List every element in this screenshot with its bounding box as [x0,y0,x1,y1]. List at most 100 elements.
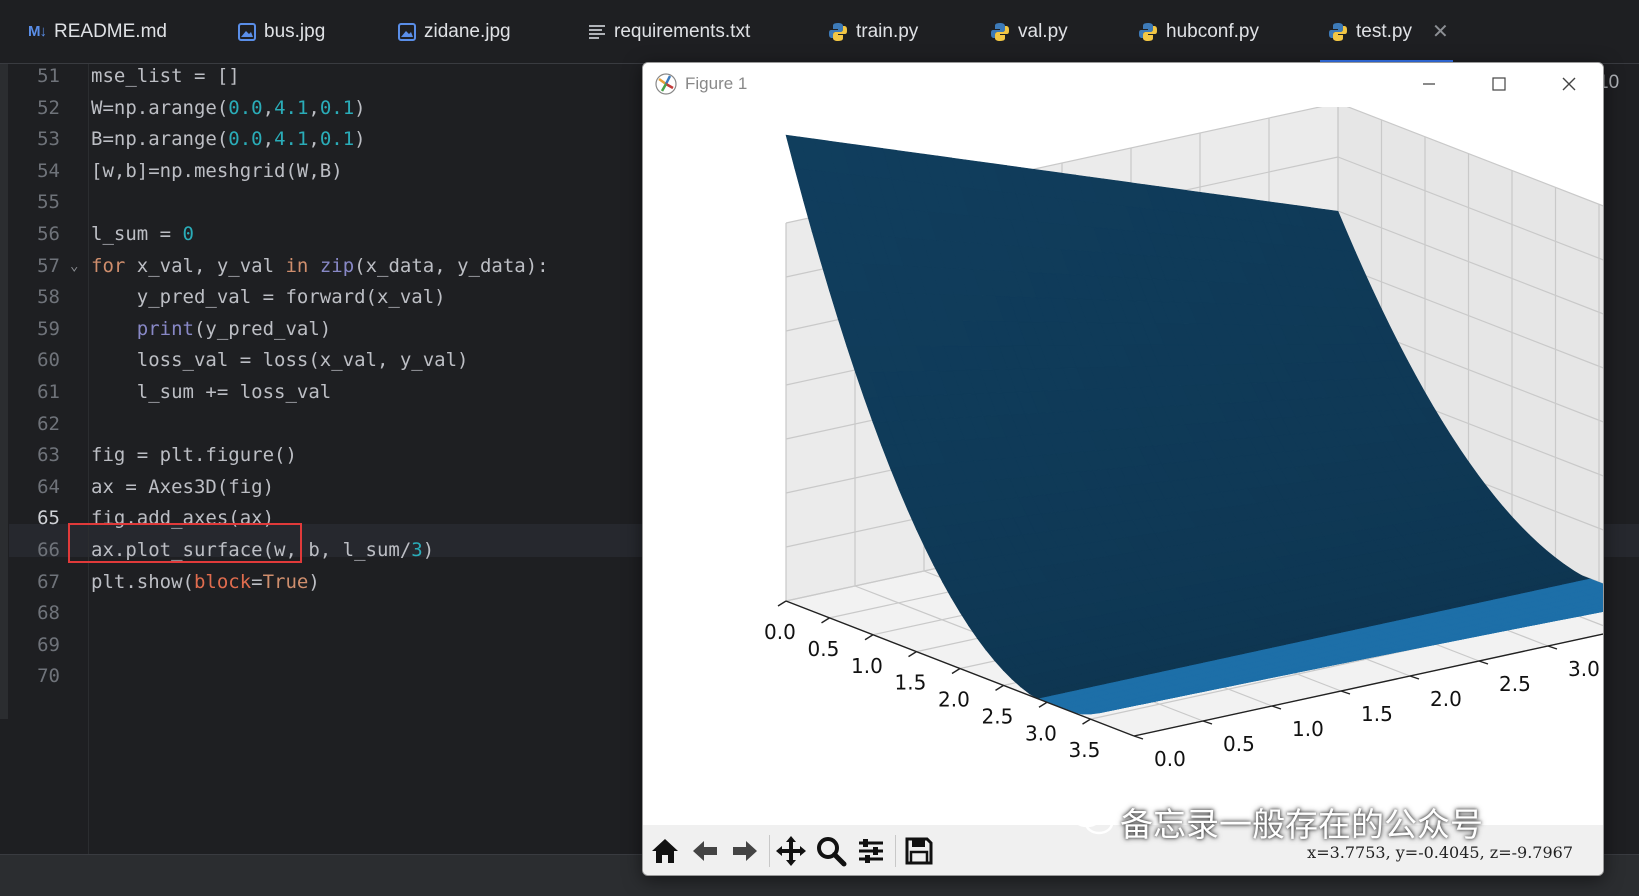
x-tick-label: 1.5 [895,671,927,695]
x-tick-label: 3.5 [1069,738,1101,762]
y-tick-label: 0.0 [1154,747,1186,771]
image-icon [398,23,416,41]
line-number: 58 [20,281,60,314]
close-window-button[interactable] [1549,69,1589,99]
code-text: ax = Axes3D(fig) [91,471,274,504]
line-number: 70 [20,660,60,693]
zoom-icon[interactable] [813,833,849,869]
x-tick-label: 2.5 [982,704,1014,728]
text-file-icon [588,24,606,40]
x-tick [996,685,1004,690]
line-number: 57 [20,250,60,283]
minimize-button[interactable] [1409,69,1449,99]
line-number: 61 [20,376,60,409]
surface-plot-3d[interactable]: 0.0 0.5 1.0 1.5 2.0 2.5 3.0 3.5 0.0 0.5 1.0 1.5 2.0 2… [643,107,1603,825]
watermark-text: 备忘录一般存在的公众号 [1120,798,1483,846]
close-tab-icon[interactable]: ✕ [1432,19,1449,44]
tab-label: hubconf.py [1166,21,1259,43]
highlight-annotation-box [68,523,302,563]
line-number: 60 [20,344,60,377]
y-tick [1203,721,1212,724]
image-icon [238,23,256,41]
line-number: 53 [20,123,60,156]
tab-requirements-txt[interactable]: requirements.txt [588,0,750,63]
code-text: plt.show(block=True) [91,566,320,599]
tab-zidane-jpg[interactable]: zidane.jpg [398,0,511,63]
figure-titlebar[interactable]: Figure 1 [643,63,1603,107]
x-tick [909,652,917,657]
back-arrow-icon[interactable] [687,833,723,869]
line-number: 62 [20,408,60,441]
line-number: 69 [20,629,60,662]
y-tick [1410,676,1419,679]
y-tick [1134,736,1143,739]
code-text: [w,b]=np.meshgrid(W,B) [91,155,343,188]
python-icon [828,22,848,42]
x-tick [952,669,960,674]
code-text: loss_val = loss(x_val, y_val) [91,344,469,377]
y-tick-label: 0.5 [1223,732,1255,756]
pan-icon[interactable] [773,833,809,869]
x-tick [865,635,873,640]
line-number: 59 [20,313,60,346]
y-tick [1341,691,1350,694]
code-text: l_sum += loss_val [91,376,331,409]
configure-subplots-icon[interactable] [853,833,889,869]
code-text: B=np.arange(0.0,4.1,0.1) [91,123,366,156]
tab-hubconf-py[interactable]: hubconf.py [1138,0,1259,63]
matplotlib-figure-window[interactable]: Figure 1 0.0 0.5 1.0 1.5 2.0 2.5 3.0 3.5 0.0 0.5 1… [642,62,1604,876]
tab-label: train.py [856,21,918,43]
save-icon[interactable] [901,833,937,869]
python-icon [1138,22,1158,42]
code-text: l_sum = 0 [91,218,194,251]
y-tick-label: 1.5 [1361,702,1393,726]
y-tick-label: 2.0 [1430,687,1462,711]
x-tick-label: 0.0 [764,620,796,644]
x-tick [1083,719,1091,724]
y-tick-label: 1.0 [1292,717,1324,741]
line-number: 54 [20,155,60,188]
code-text: fig = plt.figure() [91,439,297,472]
maximize-button[interactable] [1479,69,1519,99]
line-number: 51 [20,60,60,93]
x-tick-label: 1.0 [851,654,883,678]
toolbar-separator [895,835,896,867]
x-tick-label: 3.0 [1025,721,1057,745]
wechat-logo-icon [1070,799,1114,845]
y-tick [1479,661,1488,664]
home-icon[interactable] [647,833,683,869]
line-number: 65 [20,502,60,535]
tab-label: val.py [1018,21,1068,43]
python-icon [1328,22,1348,42]
y-tick-label: 3.0 [1568,657,1600,681]
y-tick [1548,646,1557,649]
x-tick-label: 0.5 [808,637,840,661]
markdown-icon: M↓ [28,23,46,40]
editor-tab-bar: M↓ README.md bus.jpg zidane.jpg requirem… [0,0,1639,64]
fold-chevron-icon[interactable]: ⌄ [70,250,78,283]
tab-bus-jpg[interactable]: bus.jpg [238,0,325,63]
forward-arrow-icon[interactable] [727,833,763,869]
tab-val-py[interactable]: val.py [990,0,1068,63]
code-text: print(y_pred_val) [91,313,331,346]
tab-label: README.md [54,21,167,43]
x-tick [822,618,830,623]
code-text: W=np.arange(0.0,4.1,0.1) [91,92,366,125]
code-text: y_pred_val = forward(x_val) [91,281,446,314]
x-tick [1039,702,1047,707]
tab-test-py[interactable]: test.py ✕ [1320,0,1453,63]
line-number: 56 [20,218,60,251]
watermark: 备忘录一般存在的公众号 [1070,798,1483,846]
line-number: 55 [20,186,60,219]
tab-train-py[interactable]: train.py [828,0,918,63]
python-icon [990,22,1010,42]
y-tick-label: 2.5 [1499,672,1531,696]
line-number: 66 [20,534,60,567]
code-text: mse_list = [] [91,60,240,93]
matplotlib-logo-icon [655,73,677,100]
x-tick-label: 2.0 [938,688,970,712]
line-number: 64 [20,471,60,504]
line-number: 68 [20,597,60,630]
x-tick [778,601,786,606]
tab-readme[interactable]: M↓ README.md [28,0,167,63]
